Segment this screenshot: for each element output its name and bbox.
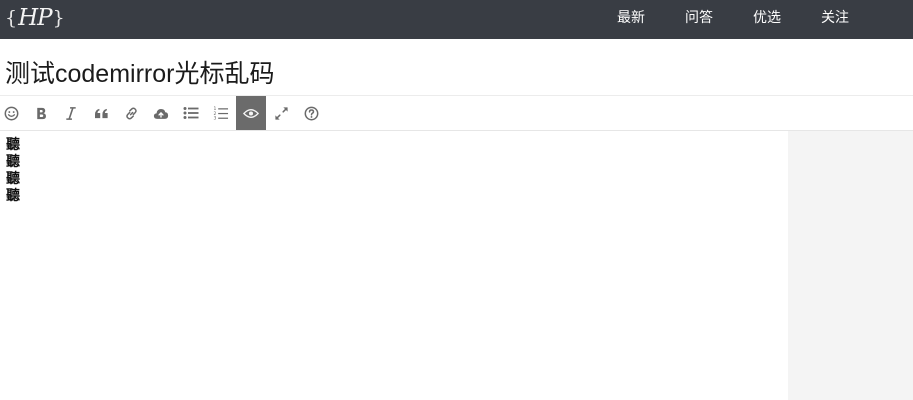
editor-line[interactable]: 聽 (6, 137, 20, 154)
bold-icon (34, 106, 48, 121)
logo-right-brace: } (52, 7, 65, 29)
editor-line[interactable]: 聽 (6, 188, 20, 205)
bulleted-list-button[interactable] (176, 96, 206, 130)
nav-item-following[interactable]: 关注 (821, 0, 849, 39)
page-title[interactable]: 测试codemirror光标乱码 (5, 57, 274, 91)
numbered-list-button[interactable]: 1 2 3 (206, 96, 236, 130)
link-icon (124, 106, 139, 121)
link-button[interactable] (116, 96, 146, 130)
smiley-icon (4, 106, 19, 121)
logo-mark: HP (18, 5, 53, 31)
bulleted-list-icon (183, 106, 199, 120)
eye-icon (243, 108, 259, 119)
top-navbar: { HP } 最新 问答 优选 关注 (0, 0, 913, 39)
emoji-button[interactable] (0, 96, 26, 130)
help-button[interactable] (296, 96, 326, 130)
logo-left-brace: { (5, 7, 18, 29)
italic-button[interactable] (56, 96, 86, 130)
site-logo[interactable]: { HP } (5, 3, 65, 33)
nav-item-featured[interactable]: 优选 (753, 0, 781, 39)
editor-toolbar: 1 2 3 (0, 95, 913, 131)
nav-item-latest[interactable]: 最新 (617, 0, 645, 39)
preview-toggle-button[interactable] (236, 96, 266, 130)
editor-line[interactable]: 聽 (6, 171, 20, 188)
bold-button[interactable] (26, 96, 56, 130)
preview-pane (788, 131, 913, 400)
markdown-editor[interactable]: 聽 聽 聽 聽 (0, 131, 788, 400)
svg-text:3: 3 (214, 115, 217, 120)
quote-icon (94, 107, 109, 120)
nav-item-qa[interactable]: 问答 (685, 0, 713, 39)
cloud-upload-icon (153, 107, 169, 120)
fullscreen-button[interactable] (266, 96, 296, 130)
numbered-list-icon: 1 2 3 (213, 106, 229, 121)
italic-icon (65, 106, 77, 121)
fullscreen-icon (274, 106, 289, 121)
help-icon (304, 106, 319, 121)
quote-button[interactable] (86, 96, 116, 130)
editor-line[interactable]: 聽 (6, 154, 20, 171)
upload-image-button[interactable] (146, 96, 176, 130)
editor-content[interactable]: 聽 聽 聽 聽 (6, 137, 20, 205)
